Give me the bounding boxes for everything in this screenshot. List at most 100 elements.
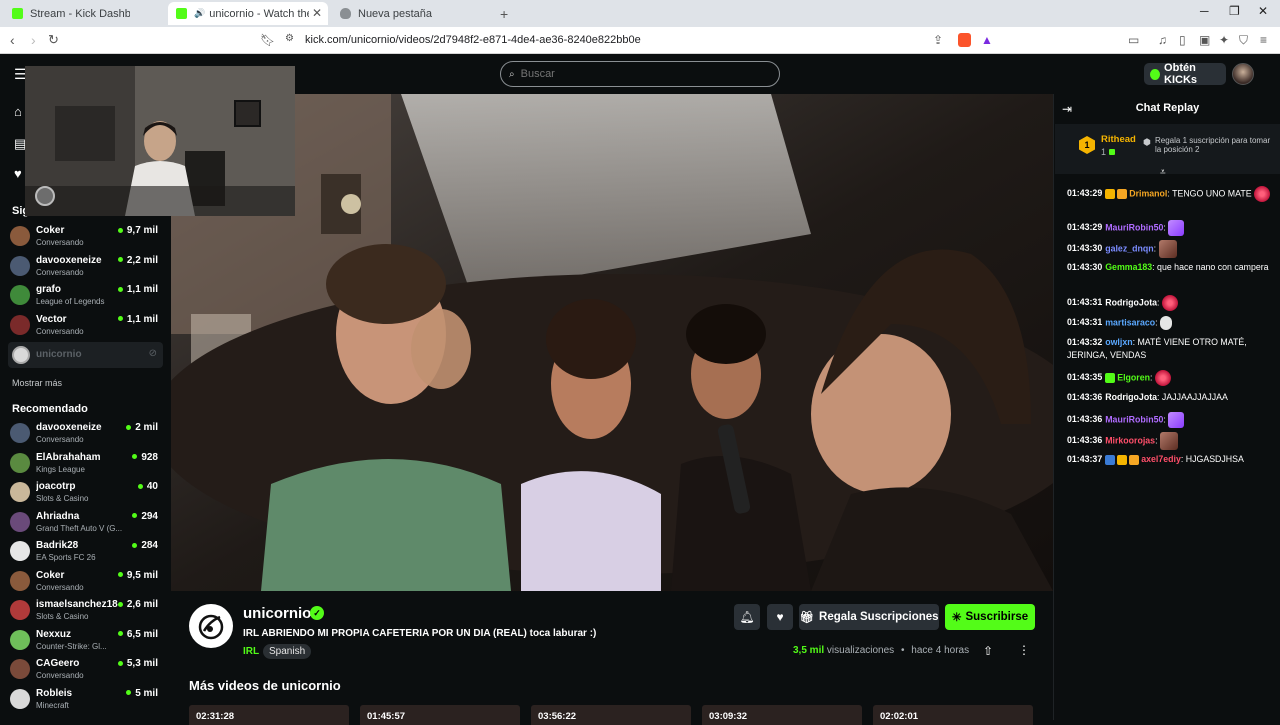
video-thumbnail[interactable]: 02:31:28 [189,705,349,725]
category-link[interactable]: IRL [243,646,259,657]
bookmark-icon[interactable]: 🔖︎ [260,33,275,47]
channel-category: Conversando [36,326,84,336]
chat-username[interactable]: MauriRobin50 [1105,414,1163,424]
subscribe-button[interactable]: ✳ Suscribirse [945,604,1035,630]
sidebar-channel-item[interactable]: grafo League of Legends 1,1 mil [10,282,162,310]
user-avatar[interactable] [1232,63,1254,85]
gift-subs-button[interactable]: 🎁︎ Regala Suscripciones [799,604,939,630]
browser-tab[interactable]: Nueva pestaña [332,2,492,25]
message-text: : [1149,372,1153,383]
site-settings-icon[interactable]: ⚙ [285,33,294,44]
vpn-shield-icon[interactable]: ⛉ [1239,33,1248,48]
views-count: 3,5 mil [793,645,825,656]
kicks-coin-icon [1150,68,1161,80]
chat-username[interactable]: axel7ediy [1141,454,1181,464]
live-dot-icon [132,513,138,519]
forward-icon[interactable]: › [31,32,36,48]
live-dot-icon [126,424,132,430]
follow-button[interactable]: ♥ [767,604,793,630]
wallet-icon[interactable]: ▣ [1199,33,1210,47]
sidebar-channel-item[interactable]: Coker Conversando 9,7 mil [10,223,162,251]
sidebar-toggle-icon[interactable]: ▯ [1179,33,1186,47]
sidebar-channel-item[interactable]: Ahriadna Grand Theft Auto V (G... 294 [10,509,162,537]
browser-tab-active[interactable]: 🔊 unicornio - Watch the VOD on Kick ✕ [168,2,328,25]
live-dot-icon [117,227,123,233]
notifications-button[interactable]: 🔔︎ [734,604,760,630]
home-icon[interactable]: ⌂ [14,104,22,119]
chat-username[interactable]: RodrigoJota [1105,297,1157,307]
get-kicks-button[interactable]: Obtén KICKs [1144,62,1226,86]
chat-username[interactable]: galez_dnqn [1105,243,1153,253]
reload-icon[interactable]: ↻ [48,32,59,48]
live-dot-icon [137,483,143,489]
search-box[interactable]: ⌕ [500,61,780,87]
sidebar-channel-item[interactable]: davooxeneize Conversando 2,2 mil [10,253,162,281]
chat-username[interactable]: MauriRobin50 [1105,222,1163,232]
url-text[interactable]: kick.com/unicornio/videos/2d7948f2-e871-… [305,34,641,46]
chat-username[interactable]: owljxn [1105,337,1132,347]
brave-shield-icon[interactable] [958,33,971,47]
live-dot-icon [132,542,138,548]
channel-name[interactable]: unicornio [243,605,311,622]
video-thumbnail[interactable]: 03:09:32 [702,705,862,725]
chat-username[interactable]: Drimanol [1129,188,1167,198]
browser-tab[interactable]: Stream - Kick Dashboard [4,2,164,25]
reader-mode-icon[interactable]: ▭ [1128,33,1139,47]
sidebar-channel-item[interactable]: ismaelsanchez18 Slots & Casino 2,6 mil [10,597,162,625]
language-tag[interactable]: Spanish [263,644,312,659]
video-thumbnail[interactable]: 01:45:57 [360,705,520,725]
sidebar-channel-item[interactable]: Nexxuz Counter-Strike: Gl... 6,5 mil [10,627,162,655]
message-text: : [1163,414,1166,425]
show-more-link[interactable]: Mostrar más [12,378,62,388]
sidebar-channel-item[interactable]: davooxeneize Conversando 2 mil [10,420,162,448]
sidebar-channel-item[interactable]: ElAbrahaham Kings League 928 [10,450,162,478]
close-window-icon[interactable]: ✕ [1258,4,1268,18]
leo-ai-icon[interactable]: ✦ [1219,33,1229,47]
channel-name: Nexxuz [36,628,72,640]
chat-username[interactable]: Elgoren [1117,372,1150,382]
sidebar-channel-item[interactable]: Coker Conversando 9,5 mil [10,568,162,596]
video-thumbnail[interactable]: 03:56:22 [531,705,691,725]
rewards-icon[interactable]: ▲ [981,33,993,47]
chat-username[interactable]: Gemma183 [1105,262,1152,272]
channel-name: Coker [36,569,65,581]
restore-window-icon[interactable]: ❐ [1229,4,1240,18]
message-time: 01:43:30 [1067,262,1103,272]
sidebar-item-unicornio-offline[interactable]: unicornio ⊘ [8,342,163,368]
search-input[interactable] [520,68,761,80]
chat-username[interactable]: Mirkoorojas [1105,435,1155,445]
sidebar-channel-item[interactable]: Vector Conversando 1,1 mil [10,312,162,340]
channel-name: Vector [36,313,67,325]
sidebar-channel-item[interactable]: CAGeero Conversando 5,3 mil [10,656,162,684]
sidebar-channel-item[interactable]: Robleis Minecraft 5 mil [10,686,162,714]
sidebar-channel-item[interactable]: joacotrp Slots & Casino 40 [10,479,162,507]
menu-icon[interactable]: ≡ [1260,33,1267,47]
more-options-icon[interactable]: ⋮ [1018,643,1030,657]
message-text: : [1155,435,1158,446]
chat-username[interactable]: martisaraco [1105,317,1155,327]
views-label: visualizaciones [826,645,895,656]
leader-username[interactable]: Rithead [1101,134,1136,145]
back-icon[interactable]: ‹ [10,32,15,48]
channel-name: joacotrp [36,481,76,492]
live-dot-icon [117,316,123,322]
sidebar-channel-item[interactable]: Badrik28 EA Sports FC 26 284 [10,538,162,566]
new-tab-icon[interactable]: + [500,6,508,22]
message-text: : [1163,222,1166,233]
video-age: hace 4 horas [911,645,970,656]
share-icon[interactable]: ⇧ [983,644,993,658]
following-icon[interactable]: ♥ [14,166,22,181]
minimize-window-icon[interactable]: ─ [1200,4,1209,18]
chat-filter-icon[interactable]: ⩡ [1160,167,1166,178]
channel-name: grafo [36,284,61,295]
video-player[interactable] [171,94,1053,591]
video-thumbnail[interactable]: 02:02:01 [873,705,1033,725]
media-icon[interactable]: ♫ [1158,33,1167,47]
live-dot-icon [132,454,138,460]
channel-avatar[interactable] [189,604,233,648]
message-text: : TENGO UNO MATE [1167,188,1252,199]
close-tab-icon[interactable]: ✕ [312,6,322,20]
share-icon[interactable]: ⇪ [933,33,943,47]
live-dot-icon [117,572,123,578]
chat-username[interactable]: RodrigoJota [1105,392,1157,402]
